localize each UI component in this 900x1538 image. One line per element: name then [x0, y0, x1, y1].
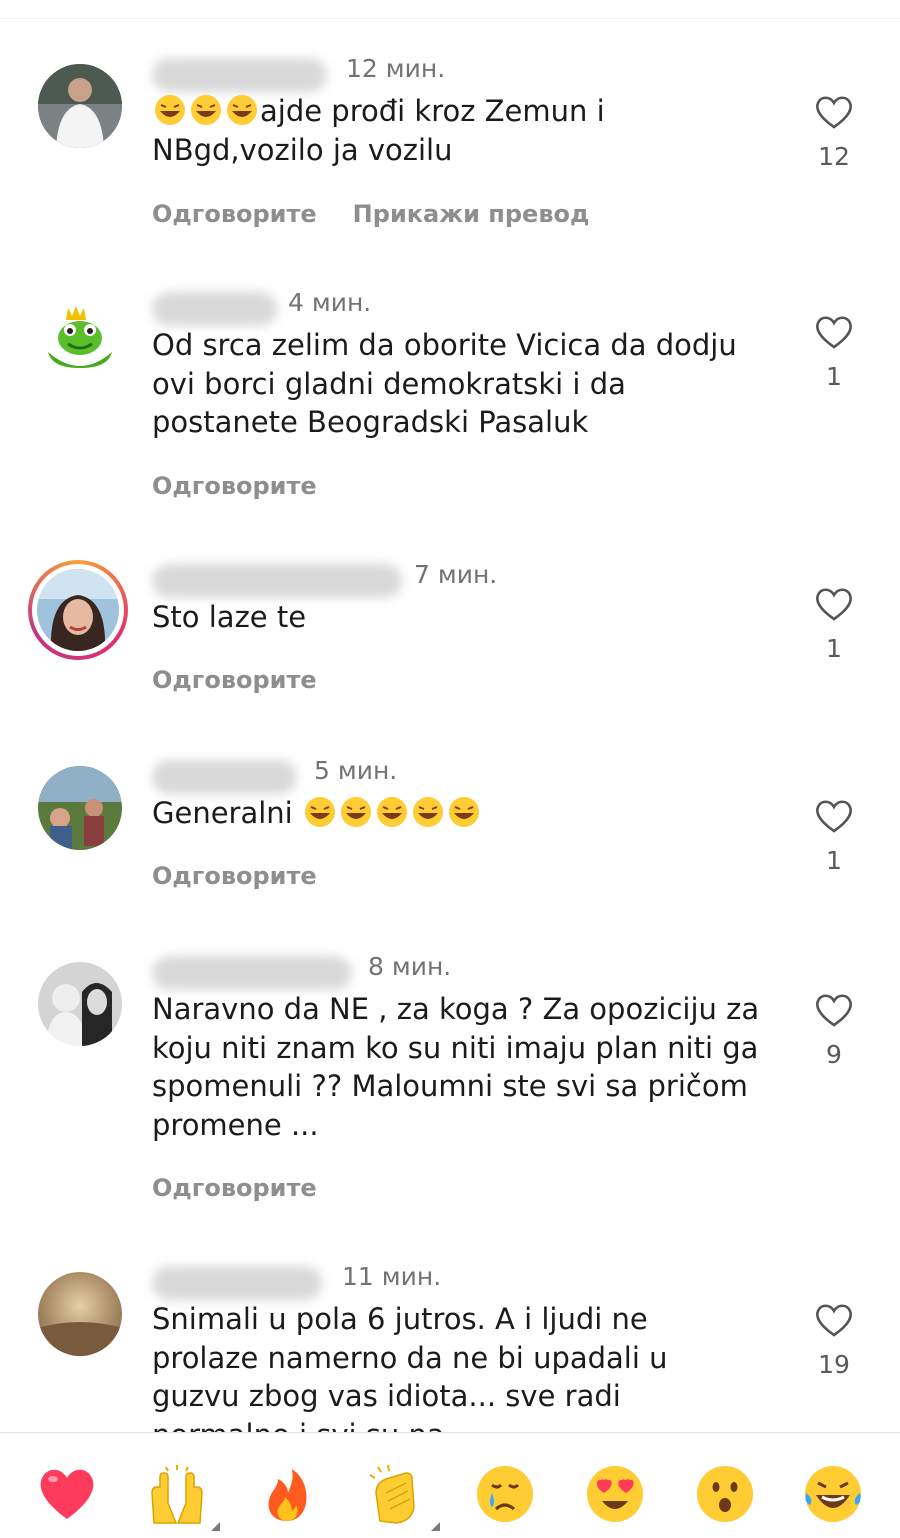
comment-actions: Одговорите	[152, 472, 353, 500]
comment-text: Naravno da NE , za koga ? Za opoziciju z…	[152, 992, 760, 1142]
heart-eyes-reaction-icon[interactable]	[584, 1463, 646, 1525]
avatar[interactable]	[38, 766, 122, 850]
username-blurred[interactable]	[152, 564, 402, 598]
username-blurred[interactable]	[152, 760, 297, 794]
username-blurred[interactable]	[152, 292, 277, 326]
like-count: 1	[826, 846, 842, 875]
laughing-emoji-icon	[152, 94, 260, 128]
like-control[interactable]: 1	[812, 798, 856, 875]
comment-text: Od srca zelim da oborite Vicica da dodju…	[152, 328, 737, 439]
like-control[interactable]: 12	[812, 94, 856, 171]
like-count: 9	[826, 1040, 842, 1069]
quick-reactions-bar	[0, 1432, 900, 1538]
heart-outline-icon[interactable]	[814, 94, 854, 130]
comment-time: 4 мин.	[288, 288, 372, 317]
comment-time: 11 мин.	[342, 1262, 442, 1291]
comment-text: Snimali u pola 6 jutros. A i ljudi ne pr…	[152, 1302, 668, 1452]
heart-outline-icon[interactable]	[814, 992, 854, 1028]
comment-actions: Одговорите	[152, 666, 353, 694]
like-control[interactable]: 1	[812, 314, 856, 391]
like-control[interactable]: 9	[812, 992, 856, 1069]
raising-hands-reaction-icon[interactable]	[146, 1463, 220, 1531]
heart-outline-icon[interactable]	[814, 314, 854, 350]
comment-actions: Одговорите	[152, 1174, 353, 1202]
clapping-hands-reaction-icon[interactable]	[366, 1463, 440, 1531]
reply-button[interactable]: Одговорите	[152, 200, 317, 228]
comment-actions: Одговорите Прикажи превод	[152, 200, 625, 228]
avatar-story-ring[interactable]	[28, 560, 128, 660]
reply-button[interactable]: Одговорите	[152, 666, 317, 694]
reply-button[interactable]: Одговорите	[152, 472, 317, 500]
like-count: 1	[826, 362, 842, 391]
avatar[interactable]	[38, 1272, 122, 1356]
comment-time: 12 мин.	[346, 54, 446, 83]
avatar[interactable]	[38, 64, 122, 148]
comment-text: ajde prođi kroz Zemun i NBgd,vozilo ja v…	[152, 94, 605, 167]
like-count: 12	[818, 142, 850, 171]
reply-button[interactable]: Одговорите	[152, 1174, 317, 1202]
laughing-emoji-icon	[302, 796, 482, 830]
like-count: 1	[826, 634, 842, 663]
reply-button[interactable]: Одговорите	[152, 862, 317, 890]
avatar[interactable]	[38, 962, 122, 1046]
heart-outline-icon[interactable]	[814, 586, 854, 622]
like-count: 19	[818, 1350, 850, 1379]
comment-text: Sto laze te	[152, 600, 307, 634]
comment-text: Generalni	[152, 794, 762, 833]
top-divider	[0, 18, 900, 19]
comment-actions: Одговорите	[152, 862, 353, 890]
username-blurred[interactable]	[152, 1266, 322, 1300]
avatar[interactable]	[38, 298, 122, 382]
crying-face-reaction-icon[interactable]	[474, 1463, 536, 1525]
username-blurred[interactable]	[152, 956, 352, 990]
heart-outline-icon[interactable]	[814, 798, 854, 834]
like-control[interactable]: 19	[812, 1302, 856, 1379]
surprised-face-reaction-icon[interactable]	[694, 1463, 756, 1525]
comment-time: 7 мин.	[414, 560, 498, 589]
comment-time: 8 мин.	[368, 952, 452, 981]
comment-time: 5 мин.	[314, 756, 398, 785]
laughing-tears-reaction-icon[interactable]	[802, 1463, 864, 1525]
username-blurred[interactable]	[152, 58, 327, 92]
fire-reaction-icon[interactable]	[256, 1463, 318, 1525]
red-heart-reaction-icon[interactable]	[36, 1463, 98, 1525]
heart-outline-icon[interactable]	[814, 1302, 854, 1338]
show-translation-button[interactable]: Прикажи превод	[353, 200, 590, 228]
like-control[interactable]: 1	[812, 586, 856, 663]
